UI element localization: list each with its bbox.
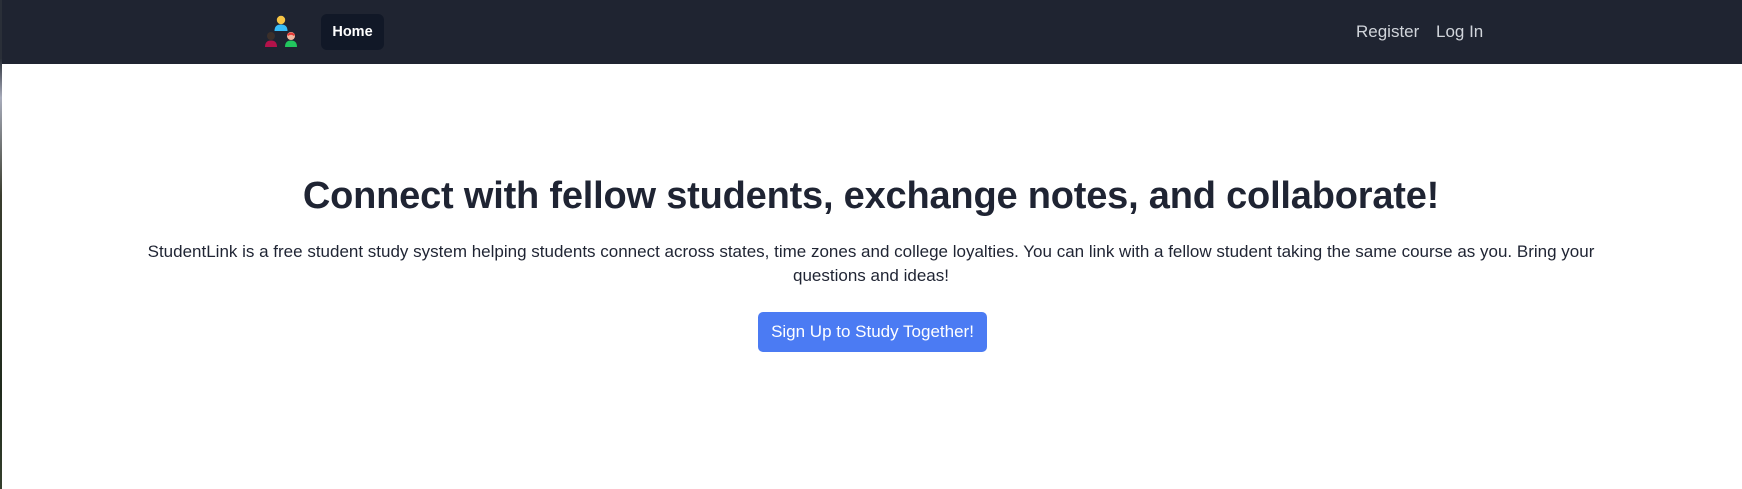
nav-home-link[interactable]: Home bbox=[321, 14, 384, 50]
signup-cta-button[interactable]: Sign Up to Study Together! bbox=[758, 312, 987, 352]
hero-description: StudentLink is a free student study syst… bbox=[147, 242, 1595, 285]
hero-title: Connect with fellow students, exchange n… bbox=[302, 175, 1440, 217]
nav-register-link[interactable]: Register bbox=[1356, 19, 1419, 45]
top-navbar: Home Register Log In bbox=[0, 0, 1742, 64]
students-group-icon[interactable] bbox=[263, 14, 299, 50]
logo-svg bbox=[265, 15, 297, 47]
window-edge bbox=[0, 0, 2, 489]
nav-login-link[interactable]: Log In bbox=[1436, 19, 1483, 45]
